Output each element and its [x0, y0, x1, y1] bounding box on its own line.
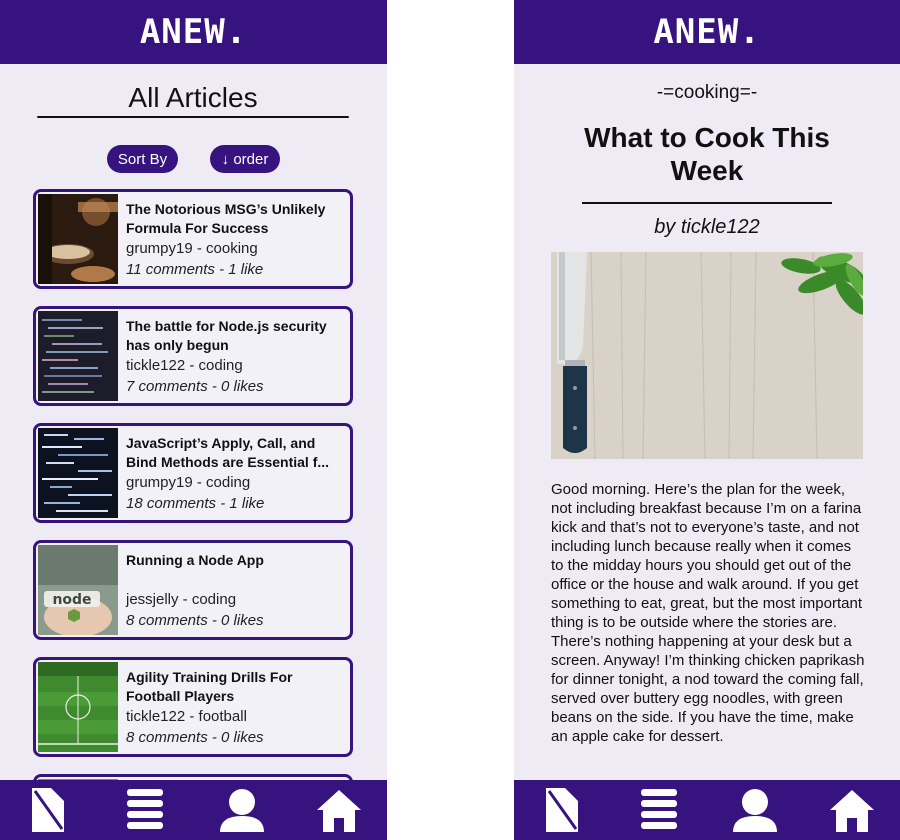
order-toggle-button[interactable]: ↓ order: [210, 145, 280, 173]
article-card[interactable]: node Running a Node App jessjelly - codi…: [33, 540, 353, 640]
bottom-nav: [514, 780, 900, 840]
article-title: Agility Training Drills For Football Pla…: [126, 669, 293, 704]
nav-post-article-button[interactable]: [20, 785, 76, 835]
article-card-text: JavaScript’s Apply, Call, and Bind Metho…: [126, 434, 344, 520]
article-stats: 7 comments - 0 likes: [126, 378, 264, 395]
profile-icon: [733, 789, 778, 832]
nav-home-button[interactable]: [824, 785, 880, 835]
page-title: All Articles: [128, 82, 258, 113]
article-card-text: Agility Training Drills For Football Pla…: [126, 668, 344, 754]
article-title: JavaScript’s Apply, Call, and Bind Metho…: [126, 435, 330, 470]
article-byline[interactable]: by tickle122: [514, 216, 900, 239]
nav-articles-list-button[interactable]: [117, 785, 173, 835]
football-pitch-thumbnail: [38, 662, 118, 752]
cooking-thumbnail: [38, 194, 118, 284]
home-icon: [316, 790, 361, 832]
sort-by-button[interactable]: Sort By: [107, 145, 178, 173]
app-logo[interactable]: ANEW.: [140, 12, 247, 52]
profile-icon: [219, 789, 264, 832]
article-stats: 11 comments - 1 like: [126, 261, 264, 278]
article-card[interactable]: The battle for Node.js security has only…: [33, 306, 353, 406]
article-title: What to Cook This Week: [584, 122, 830, 186]
title-underline: [582, 202, 832, 204]
article-detail-screen: ANEW. -=cooking=- What to Cook This Week…: [514, 0, 900, 840]
nav-profile-button[interactable]: [214, 785, 270, 835]
post-article-icon: [32, 788, 65, 832]
articles-list-icon: [640, 789, 677, 829]
article-body: Good morning. Here’s the plan for the we…: [551, 481, 865, 745]
article-stats: 8 comments - 0 likes: [126, 612, 264, 629]
article-title: The battle for Node.js security has only…: [126, 318, 327, 353]
article-card[interactable]: JavaScript’s Apply, Call, and Bind Metho…: [33, 423, 353, 523]
code-matrix-thumbnail: [38, 428, 118, 518]
article-title: Running a Node App: [126, 552, 264, 568]
home-icon: [829, 790, 874, 832]
article-author-topic: grumpy19 - cooking: [126, 240, 258, 257]
top-bar: ANEW.: [514, 0, 900, 64]
nav-articles-list-button[interactable]: [631, 785, 687, 835]
article-card[interactable]: Agility Training Drills For Football Pla…: [33, 657, 353, 757]
articles-list-screen: ANEW. All Articles Sort By ↓ order The N…: [0, 0, 387, 840]
article-author-topic: grumpy19 - coding: [126, 474, 251, 491]
article-stats: 8 comments - 0 likes: [126, 729, 264, 746]
node-logo-thumbnail: node: [38, 545, 118, 635]
nav-post-article-button[interactable]: [534, 785, 590, 835]
article-card-text: The battle for Node.js security has only…: [126, 317, 344, 403]
app-logo[interactable]: ANEW.: [653, 12, 760, 52]
nav-profile-button[interactable]: [727, 785, 783, 835]
article-card-text: The Notorious MSG’s Unlikely Formula For…: [126, 200, 344, 286]
svg-text:node: node: [52, 592, 91, 608]
article-category[interactable]: -=cooking=-: [514, 82, 900, 104]
title-underline: [37, 116, 349, 118]
code-screen-thumbnail: [38, 311, 118, 401]
article-card-text: Running a Node App jessjelly - coding 8 …: [126, 551, 344, 637]
top-bar: ANEW.: [0, 0, 387, 64]
post-article-icon: [546, 788, 579, 832]
article-author-topic: tickle122 - coding: [126, 357, 243, 374]
article-hero-image: [551, 252, 863, 459]
article-author-topic: tickle122 - football: [126, 708, 247, 725]
articles-list-icon: [127, 789, 164, 829]
nav-home-button[interactable]: [311, 785, 367, 835]
article-stats: 18 comments - 1 like: [126, 495, 265, 512]
article-title: The Notorious MSG’s Unlikely Formula For…: [126, 201, 326, 236]
article-card[interactable]: The Notorious MSG’s Unlikely Formula For…: [33, 189, 353, 289]
article-author-topic: jessjelly - coding: [126, 591, 237, 608]
bottom-nav: [0, 780, 387, 840]
